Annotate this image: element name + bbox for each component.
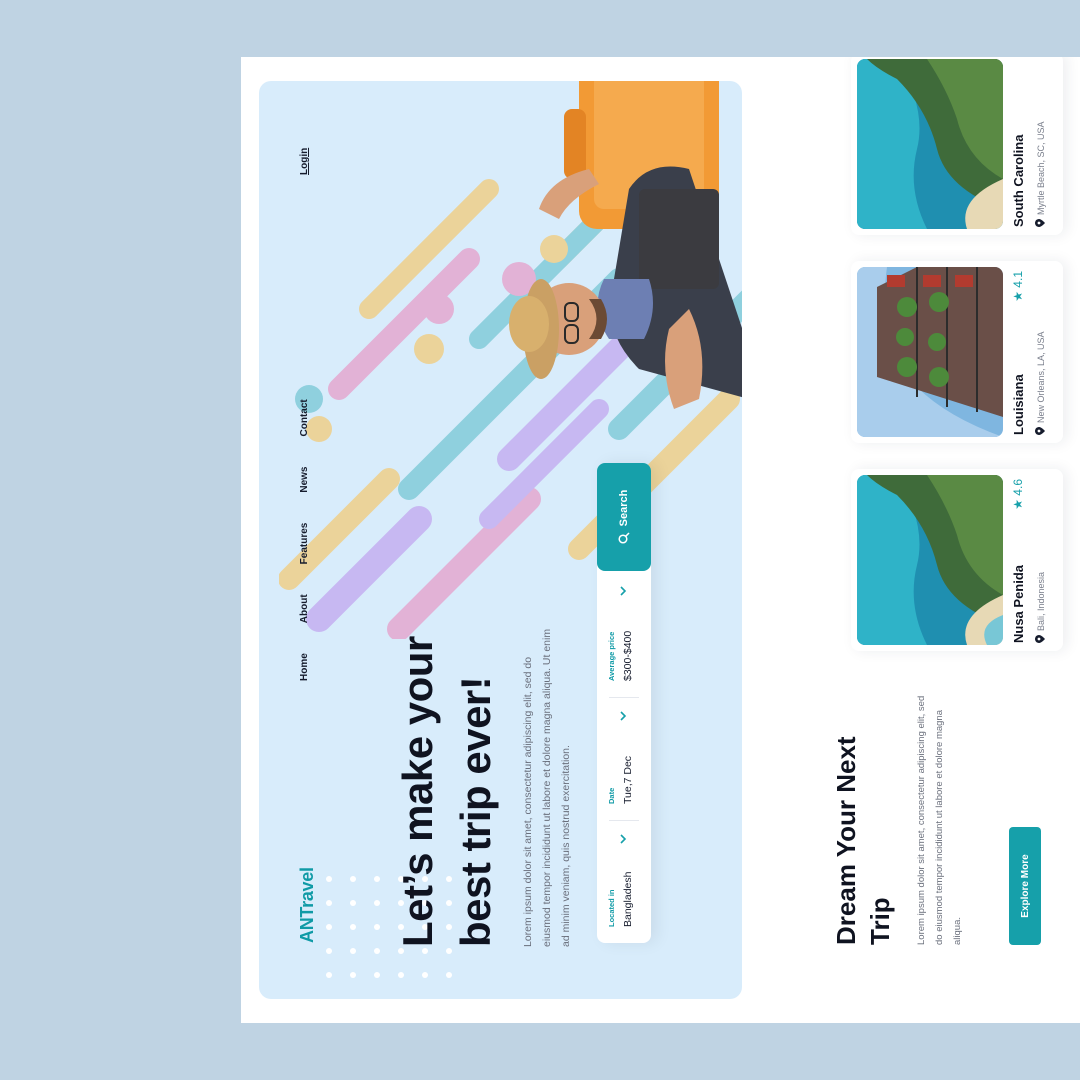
brand-logo-prefix: AN <box>297 917 317 943</box>
nav-item-news[interactable]: News <box>299 467 310 493</box>
date-field-value: Tue,7 Dec <box>622 755 634 804</box>
coastal-cliff-image <box>857 475 1003 645</box>
brand-logo-suffix: Travel <box>297 867 317 918</box>
destination-name: South Carolina <box>1011 134 1026 227</box>
traveler-illustration <box>509 81 742 409</box>
destination-card-louisiana[interactable]: Louisiana ★ 4.1 New Orleans, LA, USA <box>851 261 1063 443</box>
destination-rating: ★ 4.6 <box>1011 479 1025 510</box>
price-field-label: Average price <box>607 631 616 681</box>
destination-name: Louisiana <box>1011 374 1026 435</box>
chevron-down-icon <box>620 834 627 844</box>
destination-rating: ★ 4.1 <box>1011 271 1025 302</box>
location-pin-icon <box>1035 219 1045 227</box>
explore-more-button[interactable]: Explore More <box>1009 827 1041 945</box>
balcony-building-photo <box>857 267 1003 437</box>
destination-location: Myrtle Beach, SC, USA <box>1035 121 1046 227</box>
hero-section: ANTravel Home About Features News Contac… <box>259 81 742 999</box>
location-field-label: Located in <box>607 889 616 927</box>
landing-page: ANTravel Home About Features News Contac… <box>241 57 1080 1023</box>
search-icon <box>618 532 630 544</box>
destination-name: Nusa Penida <box>1011 564 1026 643</box>
coastal-cliff-photo <box>857 475 1003 645</box>
destination-location-text: Myrtle Beach, SC, USA <box>1036 121 1046 215</box>
location-field-value: Bangladesh <box>622 871 634 927</box>
location-field[interactable]: Located in Bangladesh <box>597 821 651 943</box>
hero-description: Lorem ipsum dolor sit amet, consectetur … <box>522 628 572 947</box>
chevron-down-icon <box>620 586 627 596</box>
hero-headline: Let’s make your best trip ever! <box>394 636 499 947</box>
nav-item-features[interactable]: Features <box>299 523 310 565</box>
destination-card-south-carolina[interactable]: South Carolina Myrtle Beach, SC, USA <box>851 57 1063 235</box>
login-link[interactable]: Login <box>299 148 310 175</box>
destination-rating-value: 4.6 <box>1011 479 1025 496</box>
nav-item-about[interactable]: About <box>299 594 310 623</box>
search-bar: Located in Bangladesh Date Tue,7 Dec Ave… <box>597 463 651 943</box>
destination-location: Bali, Indonesia <box>1035 572 1046 643</box>
balcony-building-image <box>857 267 1003 437</box>
search-button-label: Search <box>618 489 630 527</box>
nav-item-contact[interactable]: Contact <box>299 399 310 436</box>
date-field-label: Date <box>607 787 616 804</box>
destination-card-nusa-penida[interactable]: Nusa Penida ★ 4.6 Bali, Indonesia <box>851 469 1063 651</box>
chevron-down-icon <box>620 711 627 721</box>
coastal-cliff-image <box>857 59 1003 229</box>
location-pin-icon <box>1035 427 1045 435</box>
dream-section-description: Lorem ipsum dolor sit amet, consectetur … <box>916 695 963 945</box>
price-field-value: $300-$400 <box>622 630 634 681</box>
destination-rating-value: 4.1 <box>1011 271 1025 288</box>
dream-section-title: Dream Your Next Trip <box>831 736 895 945</box>
landing-page-canvas: ANTravel Home About Features News Contac… <box>241 57 1080 1023</box>
nav-item-home[interactable]: Home <box>299 653 310 681</box>
date-field[interactable]: Date Tue,7 Dec <box>597 698 651 820</box>
location-pin-icon <box>1035 635 1045 643</box>
destination-location-text: Bali, Indonesia <box>1036 571 1046 631</box>
price-field[interactable]: Average price $300-$400 <box>597 573 651 697</box>
coastal-cliff-photo <box>857 59 1003 229</box>
destination-location-text: New Orleans, LA, USA <box>1036 331 1046 423</box>
brand-logo[interactable]: ANTravel <box>297 867 318 943</box>
search-button[interactable]: Search <box>597 463 651 571</box>
main-nav: Home About Features News Contact <box>299 399 310 681</box>
destination-location: New Orleans, LA, USA <box>1035 331 1046 435</box>
star-icon: ★ <box>1011 499 1025 510</box>
star-icon: ★ <box>1011 291 1025 302</box>
